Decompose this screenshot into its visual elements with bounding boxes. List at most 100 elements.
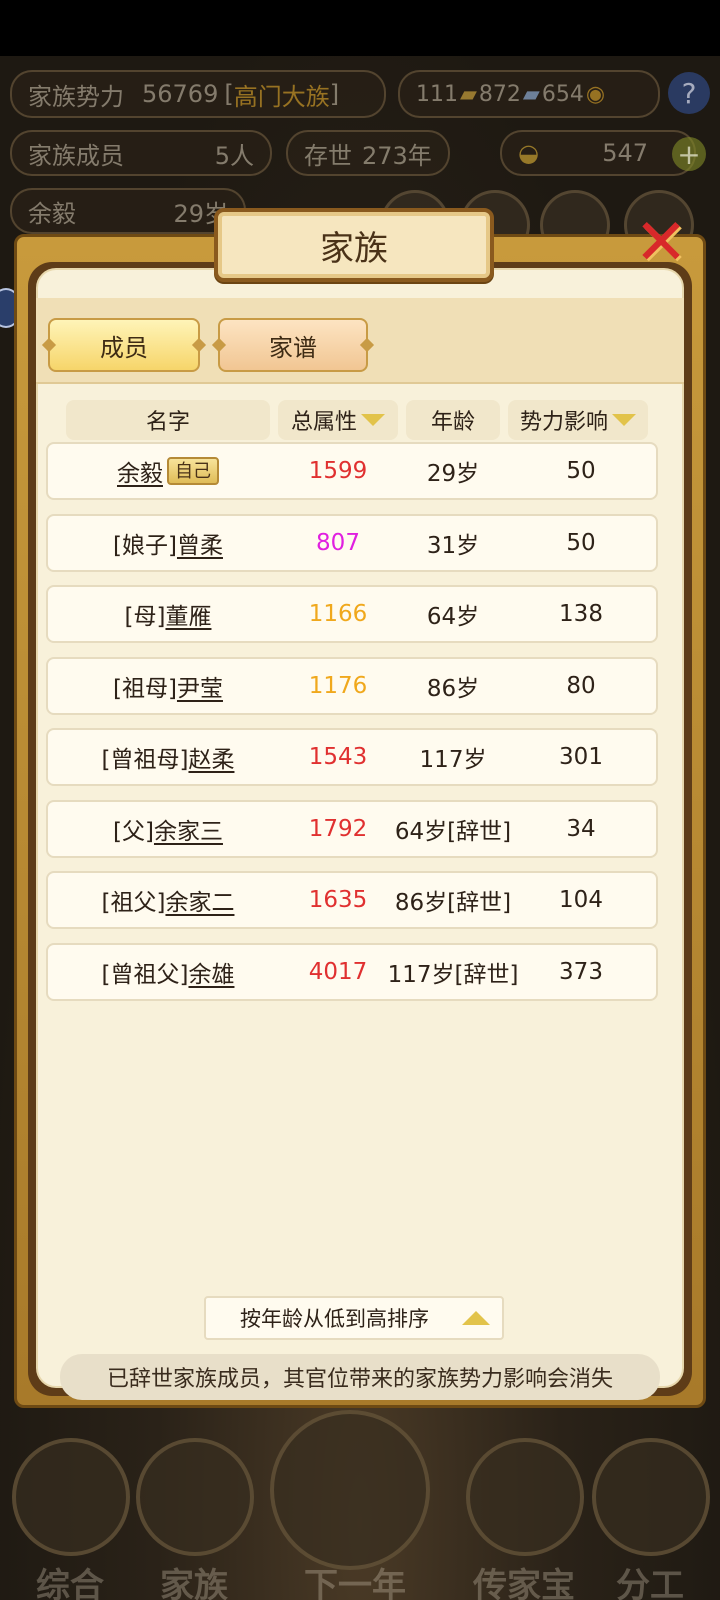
- existence-label: 存世: [304, 141, 352, 170]
- nav-clan-label: 家族: [160, 1566, 228, 1600]
- member-name-cell: [祖父] 余家二: [48, 873, 288, 927]
- sort-down-icon: [361, 414, 385, 426]
- member-attr: 4017: [308, 959, 368, 985]
- help-icon[interactable]: ?: [668, 72, 710, 114]
- members-label: 家族成员: [28, 141, 124, 170]
- member-influence: 34: [566, 816, 596, 842]
- tab-family-tree[interactable]: 家谱: [218, 318, 368, 372]
- gold-bars-count: 111: [416, 81, 458, 107]
- clan-power-panel: 家族势力 56769 [高门大族]: [10, 70, 386, 118]
- member-influence: 50: [566, 458, 596, 484]
- member-name-cell: [娘子] 曾柔: [48, 516, 288, 570]
- member-name-link[interactable]: 余毅: [117, 454, 163, 488]
- nav-assign-label: 分工: [616, 1566, 684, 1600]
- header-name-label: 名字: [145, 410, 190, 435]
- close-icon[interactable]: ✕: [624, 206, 698, 280]
- member-name-cell: [曾祖母] 赵柔: [48, 730, 288, 784]
- member-relation: [母]: [124, 604, 166, 630]
- nav-next-year-label: 下一年: [304, 1566, 406, 1600]
- member-attr: 1543: [308, 744, 368, 770]
- member-influence: 50: [566, 530, 596, 556]
- member-relation: [曾祖母]: [101, 747, 189, 773]
- header-influence-label: 势力影响: [519, 410, 608, 435]
- nav-heirloom[interactable]: 传家宝: [454, 1410, 594, 1600]
- member-name-link[interactable]: 赵柔: [188, 740, 234, 774]
- member-name-link[interactable]: 余家二: [165, 883, 234, 917]
- deceased-notice-text: 已辞世家族成员，其官位带来的家族势力影响会消失: [106, 1367, 613, 1392]
- member-name-cell: [祖母] 尹莹: [48, 659, 288, 713]
- tab-family-tree-label: 家谱: [269, 333, 317, 362]
- member-name-cell: [父] 余家三: [48, 802, 288, 856]
- member-age: 64岁: [426, 604, 480, 630]
- member-name-link[interactable]: 尹莹: [177, 669, 223, 703]
- header-age-label: 年龄: [430, 410, 475, 435]
- clan-power-label: 家族势力: [28, 82, 124, 111]
- tab-members-label: 成员: [100, 333, 148, 362]
- header-attr-label: 总属性: [290, 410, 357, 435]
- member-relation: [曾祖父]: [101, 962, 189, 988]
- member-influence: 138: [559, 601, 603, 627]
- member-relation: [祖父]: [101, 890, 166, 916]
- silver-bars-count: 872: [478, 81, 521, 107]
- sort-down-icon: [612, 414, 636, 426]
- member-age: 29岁: [426, 461, 480, 487]
- ingot-panel: ◒ 547: [500, 130, 696, 176]
- nav-heirloom-label: 传家宝: [473, 1566, 575, 1600]
- member-name-link[interactable]: 余雄: [188, 955, 234, 989]
- member-row[interactable]: [曾祖父] 余雄 4017 117岁[辞世] 373: [46, 943, 658, 1001]
- member-relation: [祖母]: [113, 676, 177, 702]
- nav-general-label: 综合: [36, 1566, 104, 1600]
- member-row[interactable]: [曾祖母] 赵柔 1543 117岁 301: [46, 728, 658, 786]
- member-name-link[interactable]: 曾柔: [177, 526, 223, 560]
- nav-clan[interactable]: 家族: [124, 1410, 264, 1600]
- clan-power-value: 56769: [142, 80, 219, 108]
- mountain-icon: [270, 1410, 430, 1570]
- member-age: 64岁[辞世]: [394, 819, 512, 845]
- member-attr: 1166: [308, 601, 368, 627]
- member-row[interactable]: [母] 董雁 1166 64岁 138: [46, 585, 658, 643]
- member-name-cell: [曾祖父] 余雄: [48, 945, 288, 999]
- house-icon: [136, 1438, 254, 1556]
- ingot-count: 547: [602, 139, 648, 167]
- header-influence[interactable]: 势力影响: [508, 400, 648, 440]
- member-row[interactable]: [祖父] 余家二 1635 86岁[辞世] 104: [46, 871, 658, 929]
- clan-members-panel: 家族成员 5人: [10, 130, 272, 176]
- sort-up-icon: [462, 1311, 490, 1325]
- member-attr: 1599: [308, 458, 368, 484]
- member-row[interactable]: 余毅 自己 1599 29岁 50: [46, 442, 658, 500]
- bottom-nav: 综合 家族 下一年 传家宝 分工: [0, 1410, 720, 1600]
- ingot-icon: ◒: [518, 139, 539, 167]
- members-value: 5人: [214, 141, 254, 170]
- sort-by-age-label: 按年龄从低到高排序: [240, 1307, 429, 1331]
- existence-value: 273年: [362, 141, 432, 170]
- member-name-link[interactable]: 余家三: [154, 812, 223, 846]
- resource-panel: 111 ▰ 872 ▰ 654 ◉: [398, 70, 660, 118]
- member-age: 86岁: [426, 676, 480, 702]
- member-name-cell: 余毅 自己: [48, 444, 288, 498]
- member-age: 86岁[辞世]: [394, 890, 512, 916]
- member-age: 117岁: [419, 747, 487, 773]
- self-badge: 自己: [167, 457, 219, 485]
- member-row[interactable]: [祖母] 尹莹 1176 86岁 80: [46, 657, 658, 715]
- member-attr: 807: [316, 530, 360, 556]
- nav-general[interactable]: 综合: [0, 1410, 140, 1600]
- member-name-link[interactable]: 董雁: [165, 597, 211, 631]
- nav-next-year[interactable]: 下一年: [270, 1410, 440, 1600]
- member-row[interactable]: [娘子] 曾柔 807 31岁 50: [46, 514, 658, 572]
- scroll-icon: [12, 1438, 130, 1556]
- member-attr: 1635: [308, 887, 368, 913]
- member-relation: [父]: [113, 819, 154, 845]
- member-row[interactable]: [父] 余家三 1792 64岁[辞世] 34: [46, 800, 658, 858]
- member-influence: 80: [566, 673, 596, 699]
- nav-assign[interactable]: 分工: [580, 1410, 720, 1600]
- tab-members[interactable]: 成员: [48, 318, 200, 372]
- modal-title-plate: 家族: [214, 208, 494, 282]
- header-attr[interactable]: 总属性: [278, 400, 398, 440]
- gold-bar-icon: ▰: [460, 81, 477, 107]
- add-ingot-button[interactable]: +: [672, 137, 706, 171]
- modal-title: 家族: [320, 228, 388, 269]
- header-name: 名字: [66, 400, 270, 440]
- coins-count: 654: [541, 81, 584, 107]
- sort-by-age-button[interactable]: 按年龄从低到高排序: [204, 1296, 504, 1340]
- person-name: 余毅: [28, 199, 76, 228]
